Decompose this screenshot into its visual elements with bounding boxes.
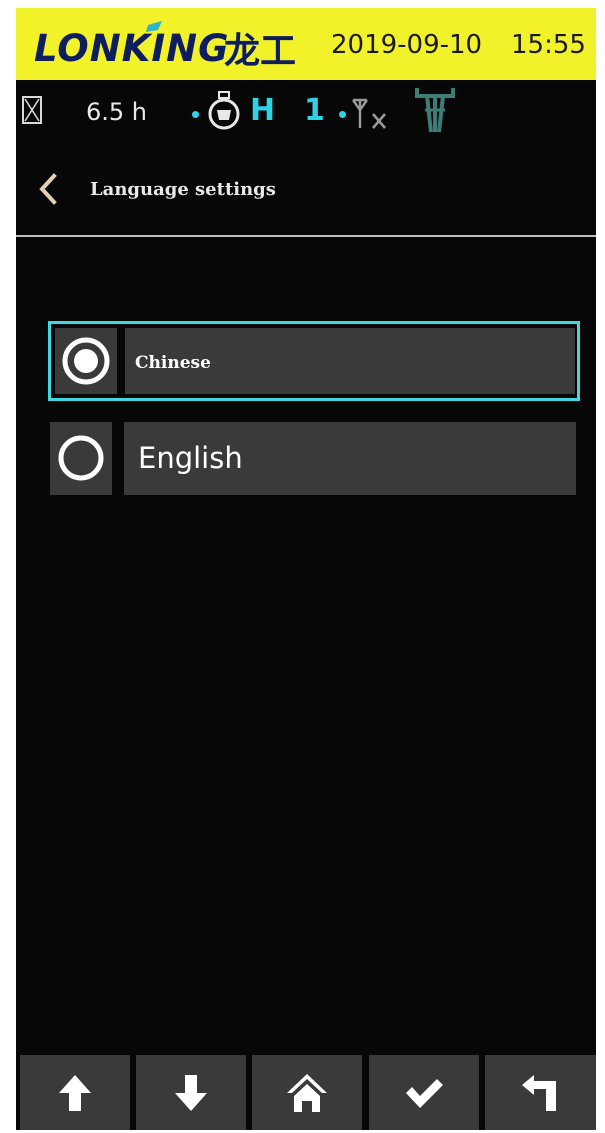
tower-icon: [415, 88, 455, 133]
svg-text:龙工: 龙工: [224, 31, 296, 72]
home-button[interactable]: [252, 1055, 362, 1130]
arrow-down-icon: [175, 1075, 207, 1111]
gear-mode: H: [250, 93, 276, 128]
confirm-button[interactable]: [369, 1055, 479, 1130]
time-display: 15:55: [511, 30, 586, 60]
return-icon: [522, 1075, 556, 1111]
arrow-up-icon: [59, 1075, 91, 1111]
down-button[interactable]: [136, 1055, 246, 1130]
antenna-off-icon: [352, 98, 386, 129]
status-row: 6.5 h H 1: [16, 80, 596, 148]
option-label-box[interactable]: Chinese: [125, 328, 575, 394]
brand-bar: LONKING 龙工 2019-09-10 15:55: [16, 8, 596, 80]
home-icon: [287, 1074, 327, 1112]
radio-button[interactable]: [55, 328, 117, 394]
operating-hours: 6.5 h: [86, 98, 148, 126]
radio-selected-icon: [62, 337, 110, 385]
return-button[interactable]: [485, 1055, 596, 1130]
check-icon: [406, 1079, 443, 1108]
option-label-box[interactable]: English: [124, 422, 576, 495]
lonking-logo: LONKING 龙工: [34, 21, 296, 72]
radio-button[interactable]: [50, 422, 112, 495]
engine-icon: [208, 91, 240, 130]
language-option-chinese[interactable]: Chinese: [48, 321, 580, 401]
status-dot: [192, 111, 199, 118]
gear-number: 1: [304, 93, 325, 128]
language-label: English: [138, 441, 243, 475]
title-row: Language settings: [16, 158, 596, 218]
status-dot: [339, 111, 346, 118]
up-button[interactable]: [20, 1055, 130, 1130]
bottom-nav: [16, 1055, 596, 1130]
device-screen: LONKING 龙工 2019-09-10 15:55 6.5 h H 1 La…: [16, 8, 596, 1130]
chevron-left-icon[interactable]: [36, 172, 60, 206]
hourglass-icon: [22, 96, 42, 124]
svg-text:LONKING: LONKING: [34, 27, 229, 70]
date-display: 2019-09-10: [331, 30, 483, 60]
language-label: Chinese: [135, 353, 211, 373]
language-option-english[interactable]: English: [48, 420, 580, 500]
header-divider: [16, 235, 596, 237]
page-title: Language settings: [90, 179, 276, 200]
radio-unselected-icon: [58, 435, 104, 481]
